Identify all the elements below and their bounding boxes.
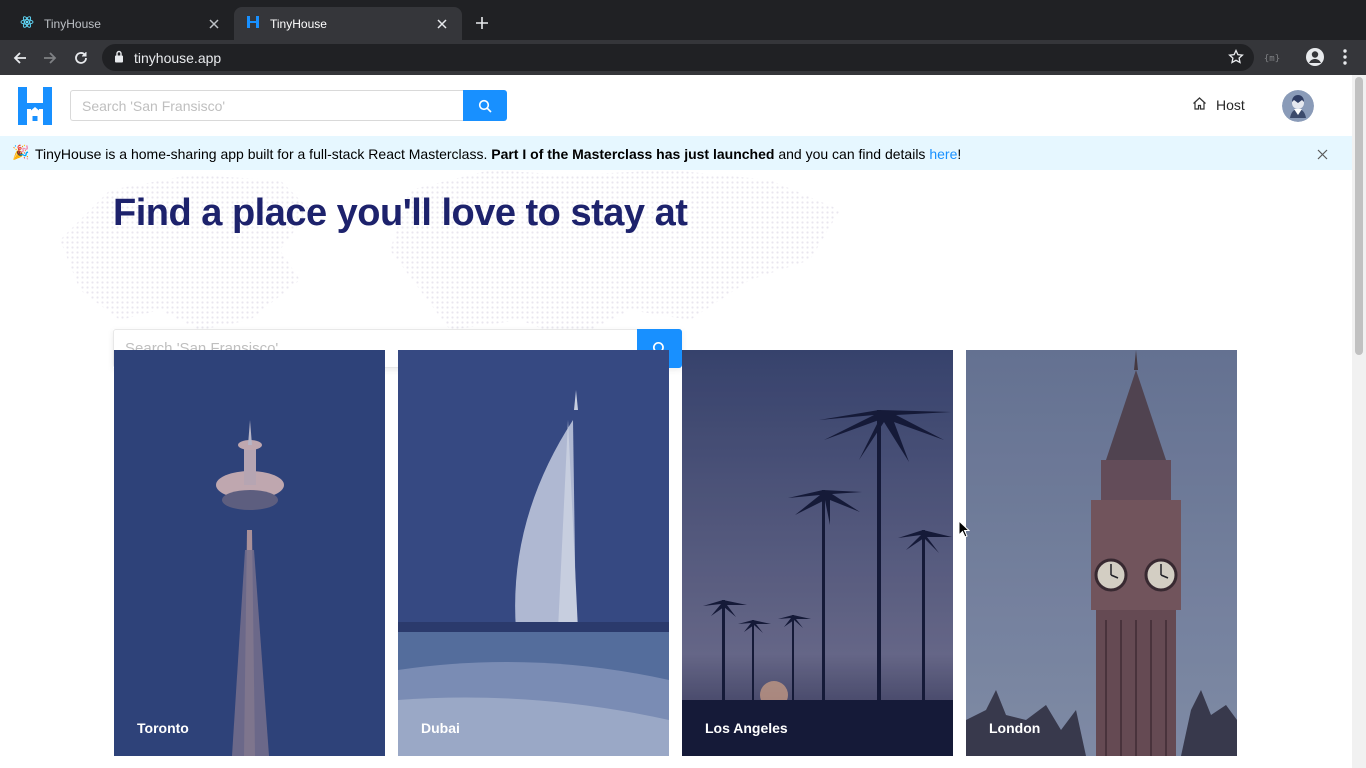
header-search-input[interactable]: Search 'San Fransisco' (70, 90, 463, 121)
browser-tab-1[interactable]: TinyHouse (8, 7, 234, 40)
profile-icon[interactable] (1305, 47, 1325, 72)
home-icon (1192, 96, 1207, 114)
star-icon[interactable] (1228, 48, 1244, 70)
close-icon[interactable] (434, 16, 450, 32)
dubai-image (398, 350, 669, 756)
header-search-button[interactable] (463, 90, 507, 121)
tinyhouse-logo[interactable] (18, 87, 52, 125)
user-avatar[interactable] (1282, 90, 1314, 122)
arrow-right-icon (44, 52, 57, 64)
city-card-los-angeles[interactable]: Los Angeles (682, 350, 953, 756)
close-icon[interactable] (206, 16, 222, 32)
city-label: Toronto (137, 720, 189, 736)
announcement-banner: 🎉 TinyHouse is a home-sharing app built … (0, 136, 1352, 170)
back-button[interactable] (10, 48, 30, 68)
tab-title: TinyHouse (270, 16, 327, 31)
more-vert-icon[interactable] (1338, 47, 1352, 72)
svg-text:{m}: {m} (1264, 54, 1280, 64)
browser-tab-2[interactable]: TinyHouse (234, 7, 462, 40)
tab-title: TinyHouse (44, 16, 101, 31)
tinyhouse-icon (246, 15, 260, 32)
mouse-cursor-icon (958, 519, 971, 543)
los-angeles-image (682, 350, 953, 756)
city-card-dubai[interactable]: Dubai (398, 350, 669, 756)
city-label: Dubai (421, 720, 460, 736)
lock-icon (114, 50, 124, 68)
extension-icon[interactable]: {m} (1262, 48, 1282, 71)
party-emoji: 🎉 (12, 144, 30, 160)
toronto-image (114, 350, 385, 756)
page-viewport: Search 'San Fransisco' Host 🎉 TinyHouse … (0, 75, 1352, 768)
browser-toolbar: tinyhouse.app (0, 40, 1366, 75)
page-scrollbar[interactable] (1352, 75, 1366, 768)
reload-icon (75, 52, 87, 64)
arrow-left-icon (13, 52, 26, 64)
london-image (966, 350, 1237, 756)
search-icon (478, 99, 492, 113)
banner-bold-text: Part I of the Masterclass has just launc… (491, 146, 775, 162)
banner-link[interactable]: here (929, 146, 957, 162)
scrollbar-thumb[interactable] (1355, 77, 1363, 355)
header-search: Search 'San Fransisco' (70, 90, 507, 121)
banner-message: TinyHouse is a home-sharing app built fo… (35, 146, 962, 162)
plus-icon (476, 17, 488, 29)
react-icon (20, 15, 34, 32)
forward-button[interactable] (40, 48, 60, 68)
city-label: London (989, 720, 1041, 736)
host-link[interactable]: Host (1192, 96, 1245, 114)
city-label: Los Angeles (705, 720, 788, 736)
url-text: tinyhouse.app (134, 50, 222, 66)
host-label: Host (1216, 97, 1245, 113)
city-card-london[interactable]: London (966, 350, 1237, 756)
city-card-toronto[interactable]: Toronto (114, 350, 385, 756)
address-bar[interactable]: tinyhouse.app (102, 44, 1254, 71)
close-banner-icon[interactable] (1317, 147, 1328, 163)
browser-tab-bar: TinyHouse TinyHouse (0, 0, 1366, 40)
hero-title: Find a place you'll love to stay at (113, 192, 688, 234)
new-tab-button[interactable] (472, 13, 492, 33)
app-header: Search 'San Fransisco' Host (0, 75, 1352, 136)
reload-button[interactable] (71, 48, 91, 68)
